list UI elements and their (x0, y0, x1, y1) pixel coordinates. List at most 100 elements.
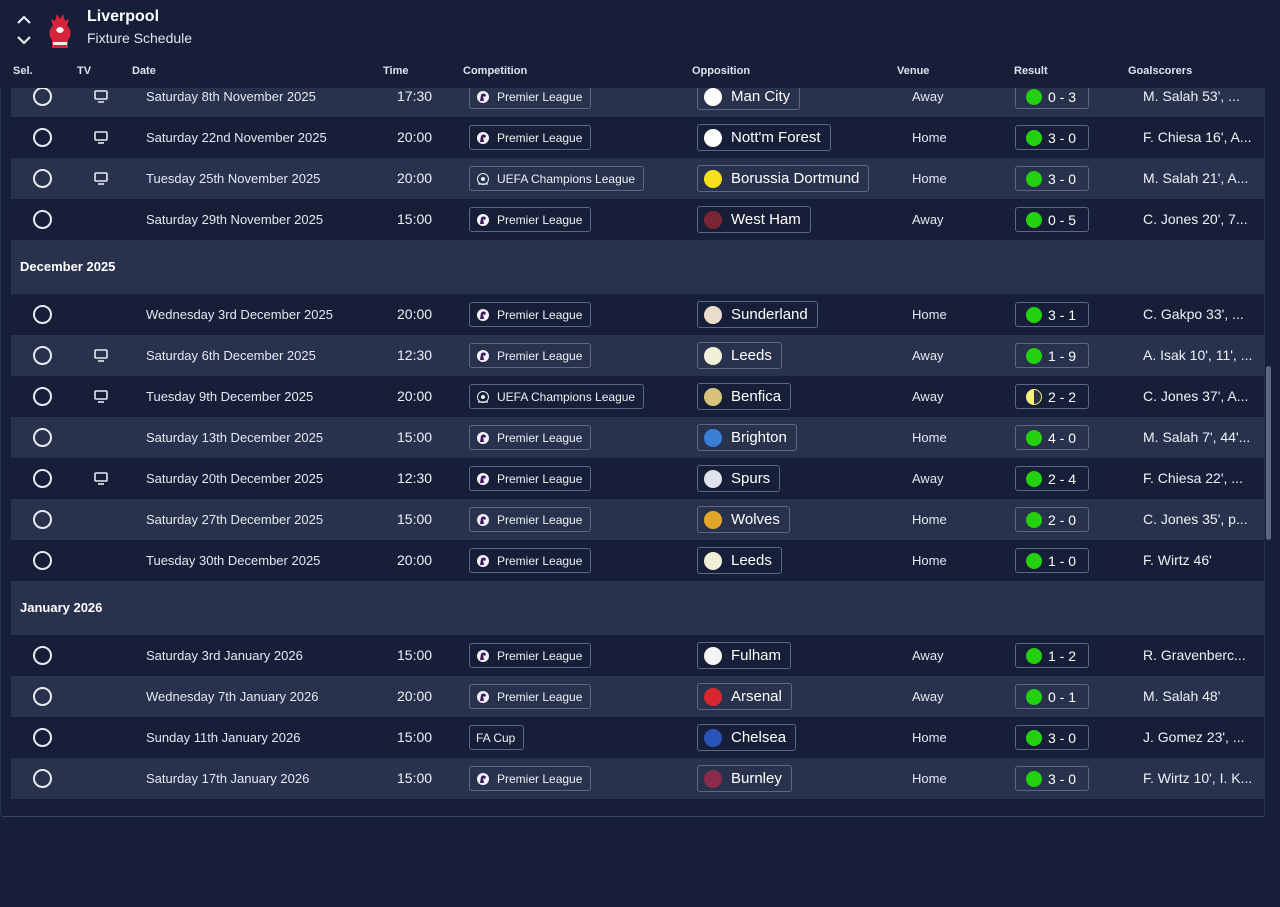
competition-chip[interactable]: Premier League (469, 507, 592, 532)
fixture-row[interactable]: Saturday 8th November 2025 17:30 Premier L… (11, 88, 1264, 117)
result-chip[interactable]: 2 - 0 (1015, 507, 1089, 532)
result-chip[interactable]: 0 - 3 (1015, 88, 1089, 109)
goalscorers[interactable]: M. Salah 53', ... (1143, 88, 1255, 104)
chevron-down-icon[interactable] (14, 30, 34, 50)
opposition-chip[interactable]: Nott'm Forest (697, 124, 831, 151)
result-chip[interactable]: 3 - 0 (1015, 725, 1089, 750)
select-radio[interactable] (33, 428, 52, 447)
fixture-row[interactable]: Tuesday 30th December 2025 20:00 Premier L… (11, 540, 1264, 581)
competition-chip[interactable]: Premier League (469, 207, 592, 232)
col-header-venue[interactable]: Venue (897, 65, 929, 77)
opposition-chip[interactable]: Arsenal (697, 683, 792, 710)
competition-chip[interactable]: Premier League (469, 684, 592, 709)
goalscorers[interactable]: M. Salah 21', A... (1143, 170, 1255, 186)
col-header-competition[interactable]: Competition (463, 65, 527, 77)
select-radio[interactable] (33, 728, 52, 747)
competition-chip[interactable]: Premier League (469, 343, 592, 368)
opposition-chip[interactable]: Benfica (697, 383, 792, 410)
fixture-row[interactable]: Sunday 11th January 2026 15:00 FA Cup Chels… (11, 717, 1264, 758)
result-chip[interactable]: 3 - 0 (1015, 166, 1089, 191)
goalscorers[interactable]: C. Jones 35', p... (1143, 511, 1255, 527)
col-header-goalscorers[interactable]: Goalscorers (1128, 65, 1192, 77)
opposition-chip[interactable]: Leeds (697, 547, 782, 574)
chevron-up-icon[interactable] (14, 10, 34, 30)
opposition-chip[interactable]: Fulham (697, 642, 792, 669)
competition-chip[interactable]: Premier League (469, 466, 592, 491)
opposition-chip[interactable]: Spurs (697, 465, 781, 492)
select-radio[interactable] (33, 169, 52, 188)
col-header-result[interactable]: Result (1014, 65, 1048, 77)
opposition-chip[interactable]: Man City (697, 88, 801, 110)
fixture-row[interactable]: Wednesday 3rd December 2025 20:00 Premier … (11, 294, 1264, 335)
select-radio[interactable] (33, 469, 52, 488)
fixture-row[interactable]: Saturday 13th December 2025 15:00 Premier … (11, 417, 1264, 458)
opposition-chip[interactable]: Leeds (697, 342, 782, 369)
competition-chip[interactable]: FA Cup (469, 725, 525, 750)
goalscorers[interactable]: F. Wirtz 10', I. K... (1143, 770, 1255, 786)
goalscorers[interactable]: F. Wirtz 46' (1143, 552, 1255, 568)
competition-chip[interactable]: Premier League (469, 125, 592, 150)
result-chip[interactable]: 3 - 1 (1015, 302, 1089, 327)
goalscorers[interactable]: A. Isak 10', 11', ... (1143, 347, 1255, 363)
opposition-chip[interactable]: Brighton (697, 424, 797, 451)
goalscorers[interactable]: C. Jones 20', 7... (1143, 211, 1255, 227)
competition-chip[interactable]: Premier League (469, 425, 592, 450)
fixture-row[interactable]: Saturday 27th December 2025 15:00 Premier … (11, 499, 1264, 540)
goalscorers[interactable]: C. Jones 37', A... (1143, 388, 1255, 404)
result-chip[interactable]: 0 - 5 (1015, 207, 1089, 232)
select-radio[interactable] (33, 346, 52, 365)
col-header-date[interactable]: Date (132, 65, 156, 77)
result-chip[interactable]: 1 - 2 (1015, 643, 1089, 668)
competition-chip[interactable]: UEFA Champions League (469, 384, 645, 409)
select-radio[interactable] (33, 646, 52, 665)
goalscorers[interactable]: M. Salah 48' (1143, 688, 1255, 704)
result-chip[interactable]: 0 - 1 (1015, 684, 1089, 709)
select-radio[interactable] (33, 510, 52, 529)
goalscorers[interactable]: C. Gakpo 33', ... (1143, 306, 1255, 322)
opposition-chip[interactable]: Burnley (697, 765, 792, 792)
result-chip[interactable]: 2 - 4 (1015, 466, 1089, 491)
select-radio[interactable] (33, 769, 52, 788)
fixture-row[interactable]: Tuesday 9th December 2025 20:00 UEFA Champ… (11, 376, 1264, 417)
select-radio[interactable] (33, 305, 52, 324)
scrollbar[interactable] (1266, 366, 1271, 540)
fixture-row[interactable]: Wednesday 7th January 2026 20:00 Premier L… (11, 676, 1264, 717)
competition-chip[interactable]: Premier League (469, 548, 592, 573)
result-chip[interactable]: 3 - 0 (1015, 125, 1089, 150)
col-header-tv[interactable]: TV (77, 65, 91, 77)
opposition-chip[interactable]: Chelsea (697, 724, 797, 751)
result-chip[interactable]: 3 - 0 (1015, 766, 1089, 791)
opposition-chip[interactable]: Borussia Dortmund (697, 165, 870, 192)
select-radio[interactable] (33, 210, 52, 229)
col-header-sel[interactable]: Sel. (13, 65, 33, 77)
opposition-chip[interactable]: Sunderland (697, 301, 818, 328)
result-chip[interactable]: 1 - 0 (1015, 548, 1089, 573)
fixture-row[interactable]: Saturday 6th December 2025 12:30 Premier L… (11, 335, 1264, 376)
fixture-row[interactable]: Saturday 17th January 2026 15:00 Premier L… (11, 758, 1264, 799)
competition-chip[interactable]: Premier League (469, 643, 592, 668)
goalscorers[interactable]: F. Chiesa 16', A... (1143, 129, 1255, 145)
fixture-row[interactable]: Saturday 29th November 2025 15:00 Premier … (11, 199, 1264, 240)
col-header-opposition[interactable]: Opposition (692, 65, 750, 77)
result-chip[interactable]: 2 - 2 (1015, 384, 1089, 409)
goalscorers[interactable]: F. Chiesa 22', ... (1143, 470, 1255, 486)
competition-chip[interactable]: Premier League (469, 88, 592, 109)
select-radio[interactable] (33, 88, 52, 106)
result-chip[interactable]: 1 - 9 (1015, 343, 1089, 368)
opposition-chip[interactable]: West Ham (697, 206, 811, 233)
goalscorers[interactable]: R. Gravenberc... (1143, 647, 1255, 663)
select-radio[interactable] (33, 687, 52, 706)
fixture-row[interactable]: Saturday 22nd November 2025 20:00 Premier … (11, 117, 1264, 158)
goalscorers[interactable]: M. Salah 7', 44'... (1143, 429, 1255, 445)
competition-chip[interactable]: Premier League (469, 302, 592, 327)
competition-chip[interactable]: Premier League (469, 766, 592, 791)
opposition-chip[interactable]: Wolves (697, 506, 790, 533)
fixture-row[interactable]: Tuesday 25th November 2025 20:00 UEFA Cham… (11, 158, 1264, 199)
select-radio[interactable] (33, 128, 52, 147)
select-radio[interactable] (33, 551, 52, 570)
fixture-row[interactable]: Saturday 3rd January 2026 15:00 Premier Le… (11, 635, 1264, 676)
select-radio[interactable] (33, 387, 52, 406)
goalscorers[interactable]: J. Gomez 23', ... (1143, 729, 1255, 745)
result-chip[interactable]: 4 - 0 (1015, 425, 1089, 450)
competition-chip[interactable]: UEFA Champions League (469, 166, 645, 191)
